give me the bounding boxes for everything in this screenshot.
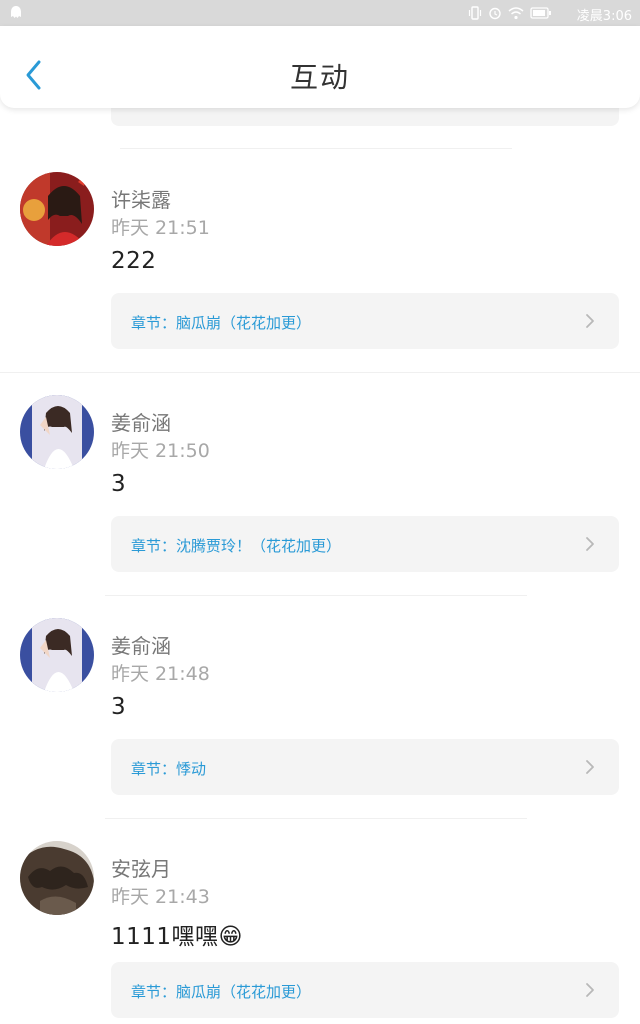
chapter-label: 章节：悸动 <box>131 760 207 778</box>
battery-icon <box>530 7 551 19</box>
username[interactable]: 安弦月 <box>111 853 171 882</box>
comment-text: 1111嘿嘿😁 <box>111 924 244 950</box>
timestamp: 昨天 21:51 <box>111 217 210 239</box>
divider <box>120 148 512 149</box>
vibrate-icon <box>468 6 482 20</box>
username[interactable]: 姜俞涵 <box>111 407 171 436</box>
wifi-icon <box>508 7 524 20</box>
divider <box>105 818 527 819</box>
chapter-link[interactable]: 章节：悸动 <box>111 739 619 795</box>
comment-text: 3 <box>111 471 127 497</box>
chapter-label: 章节：沈腾贾玲！（花花加更） <box>131 537 342 555</box>
list-item: 姜俞涵 昨天 21:50 3 章节：沈腾贾玲！（花花加更） <box>0 395 640 575</box>
chevron-right-icon <box>586 983 594 997</box>
chapter-link[interactable]: 章节：沈腾贾玲！（花花加更） <box>111 516 619 572</box>
chapter-link[interactable]: 章节：脑瓜崩（花花加更） <box>111 962 619 1018</box>
avatar[interactable] <box>20 395 94 469</box>
list-item: 许柒露 昨天 21:51 222 章节：脑瓜崩（花花加更） <box>0 172 640 352</box>
alarm-icon <box>489 7 501 20</box>
divider <box>0 372 640 373</box>
chevron-right-icon <box>586 537 594 551</box>
comment-text: 222 <box>111 248 157 274</box>
divider <box>105 595 527 596</box>
header-bar: 互动 <box>0 26 640 108</box>
timestamp: 昨天 21:43 <box>111 886 210 908</box>
timestamp: 昨天 21:48 <box>111 663 210 685</box>
app-notification-icon <box>11 6 21 18</box>
chapter-link[interactable]: 章节：脑瓜崩（花花加更） <box>111 293 619 349</box>
status-bar: 凌晨3:06 <box>0 0 640 26</box>
status-icons <box>468 5 552 21</box>
comment-text: 3 <box>111 694 127 720</box>
chapter-label: 章节：脑瓜崩（花花加更） <box>131 314 312 332</box>
chapter-label: 章节：脑瓜崩（花花加更） <box>131 983 312 1001</box>
list-item: 姜俞涵 昨天 21:48 3 章节：悸动 <box>0 618 640 798</box>
avatar[interactable] <box>20 618 94 692</box>
list-item: 安弦月 昨天 21:43 1111嘿嘿😁 章节：脑瓜崩（花花加更） <box>0 841 640 1021</box>
avatar[interactable] <box>20 841 94 915</box>
username[interactable]: 许柒露 <box>111 184 171 213</box>
page-title: 互动 <box>289 61 350 94</box>
username[interactable]: 姜俞涵 <box>111 630 171 659</box>
avatar[interactable] <box>20 172 94 246</box>
chevron-right-icon <box>586 314 594 328</box>
timestamp: 昨天 21:50 <box>111 440 210 462</box>
chevron-right-icon <box>586 760 594 774</box>
status-time: 凌晨3:06 <box>576 9 632 24</box>
